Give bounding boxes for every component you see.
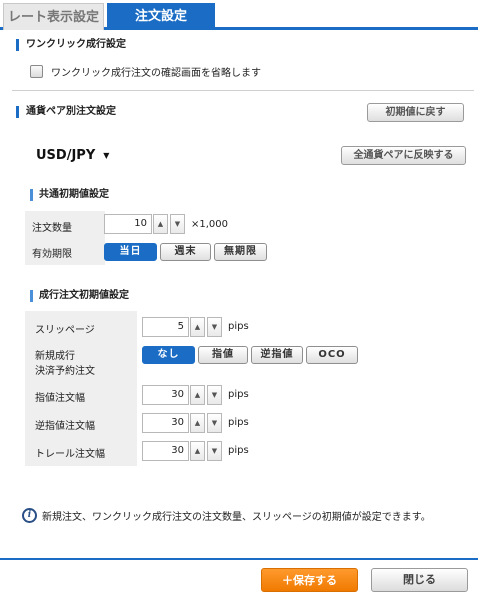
stop-width-unit: pips [228, 417, 249, 428]
quantity-multiplier: ×1,000 [191, 219, 229, 230]
quantity-label: 注文数量 [32, 223, 72, 234]
slippage-up-icon[interactable]: ▲ [190, 317, 205, 337]
stop-width-label: 逆指値注文幅 [35, 421, 95, 432]
slippage-input[interactable]: 5 [142, 317, 189, 337]
currency-pair-value: USD/JPY [36, 147, 96, 163]
stop-width-down-icon[interactable]: ▼ [207, 413, 222, 433]
divider [12, 90, 474, 91]
quantity-down-icon[interactable]: ▼ [170, 214, 185, 234]
expiry-weekend-button[interactable]: 週末 [160, 243, 211, 261]
skip-confirm-checkbox[interactable] [30, 65, 43, 78]
expiry-today-button[interactable]: 当日 [104, 243, 157, 261]
close-button[interactable]: 閉じる [371, 568, 468, 592]
reset-defaults-button[interactable]: 初期値に戻す [367, 103, 464, 122]
stop-width-up-icon[interactable]: ▲ [190, 413, 205, 433]
pair-settings-title: 通貨ペア別注文設定 [16, 106, 116, 118]
skip-confirm-row[interactable]: ワンクリック成行注文の確認画面を省略します [30, 64, 261, 79]
quantity-up-icon[interactable]: ▲ [153, 214, 168, 234]
tab-bar: レート表示設定 注文設定 [0, 0, 478, 30]
info-note: i 新規注文、ワンクリック成行注文の注文数量、スリッページの初期値が設定できます… [22, 508, 431, 523]
trail-width-unit: pips [228, 445, 249, 456]
skip-confirm-label: ワンクリック成行注文の確認画面を省略します [51, 68, 261, 79]
new-settlement-label-line1: 新規成行 [35, 351, 75, 362]
new-settlement-label-line2: 決済予約注文 [35, 366, 95, 377]
limit-width-unit: pips [228, 389, 249, 400]
apply-all-pairs-button[interactable]: 全通貨ペアに反映する [341, 146, 466, 165]
expiry-unlimited-button[interactable]: 無期限 [214, 243, 267, 261]
slippage-down-icon[interactable]: ▼ [207, 317, 222, 337]
expiry-label: 有効期限 [32, 249, 72, 260]
common-defaults-title: 共通初期値設定 [30, 189, 109, 201]
limit-width-input[interactable]: 30 [142, 385, 189, 405]
currency-pair-select[interactable]: USD/JPY ▼ [32, 145, 128, 165]
one-click-section-title: ワンクリック成行設定 [16, 39, 126, 51]
trail-width-label: トレール注文幅 [35, 449, 105, 460]
limit-width-up-icon[interactable]: ▲ [190, 385, 205, 405]
save-button[interactable]: ＋保存する [261, 568, 358, 592]
trail-width-down-icon[interactable]: ▼ [207, 441, 222, 461]
chevron-down-icon: ▼ [103, 150, 110, 160]
slippage-label: スリッページ [35, 325, 95, 336]
slippage-unit: pips [228, 321, 249, 332]
tab-rate-display[interactable]: レート表示設定 [3, 3, 104, 30]
limit-width-down-icon[interactable]: ▼ [207, 385, 222, 405]
stop-width-input[interactable]: 30 [142, 413, 189, 433]
settlement-stop-button[interactable]: 逆指値 [251, 346, 303, 364]
tab-order-settings[interactable]: 注文設定 [107, 3, 215, 30]
info-text: 新規注文、ワンクリック成行注文の注文数量、スリッページの初期値が設定できます。 [42, 512, 431, 523]
settlement-oco-button[interactable]: OCO [306, 346, 358, 364]
trail-width-input[interactable]: 30 [142, 441, 189, 461]
footer-divider [0, 558, 478, 560]
info-icon: i [22, 508, 37, 523]
quantity-input[interactable]: 10 [104, 214, 152, 234]
market-defaults-title: 成行注文初期値設定 [30, 290, 129, 302]
trail-width-up-icon[interactable]: ▲ [190, 441, 205, 461]
settlement-none-button[interactable]: なし [142, 346, 195, 364]
settlement-limit-button[interactable]: 指値 [198, 346, 248, 364]
limit-width-label: 指値注文幅 [35, 393, 85, 404]
